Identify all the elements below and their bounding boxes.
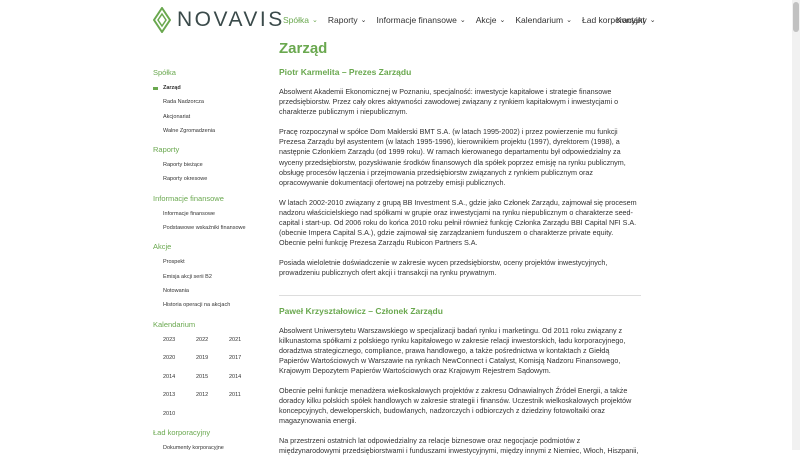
sidebar-item-zarzad[interactable]: Zarząd [153, 85, 268, 99]
chevron-down-icon: ⌄ [566, 17, 572, 24]
nav-label: Spółka [283, 15, 309, 25]
logo-leaf-icon [153, 7, 171, 33]
sidebar-section-spolka[interactable]: Spółka [153, 68, 268, 77]
bio-paragraph: Absolwent Uniwersytetu Warszawskiego w s… [279, 325, 626, 375]
sidebar-item-notowania[interactable]: Notowania [153, 288, 268, 302]
nav-label: Informacje finansowe [376, 15, 457, 25]
chevron-down-icon: ⌄ [312, 17, 318, 24]
sidebar-item-raporty-biezace[interactable]: Raporty bieżące [153, 162, 268, 176]
year-link[interactable]: 2022 [196, 337, 229, 344]
sidebar-item-walne-zgromadzenia[interactable]: Walne Zgromadzenia [153, 128, 268, 142]
sidebar-item-emisja-akcji[interactable]: Emisja akcji serii B2 [153, 274, 268, 288]
sidebar-item-dokumenty-korporacyjne[interactable]: Dokumenty korporacyjne [153, 445, 268, 459]
year-link[interactable]: 2017 [229, 355, 262, 362]
year-link[interactable]: 2021 [229, 337, 262, 344]
scrollbar-thumb[interactable] [793, 2, 799, 32]
year-link[interactable]: 2012 [196, 392, 229, 399]
sidebar-item-informacje-finansowe[interactable]: Informacje finansowe [153, 211, 268, 225]
scrollbar[interactable] [792, 0, 800, 450]
nav-item-akcje[interactable]: Akcje ⌄ [476, 15, 506, 25]
main-nav: Spółka ⌄ Raporty ⌄ Informacje finansowe ⌄ A… [283, 15, 666, 25]
sidebar-section-informacje-finansowe[interactable]: Informacje finansowe [153, 194, 268, 203]
chevron-down-icon: ⌄ [459, 17, 466, 24]
sidebar-item-akcjonariat[interactable]: Akcjonariat [153, 114, 268, 128]
year-grid: 2023 2022 2021 2020 2019 2017 2014 2015 … [153, 337, 268, 418]
nav-label: Akcje [475, 15, 497, 25]
sidebar-item-prospekt[interactable]: Prospekt [153, 259, 268, 273]
bio-paragraph: Absolwent Akademii Ekonomicznej w Poznan… [279, 87, 619, 117]
sidebar-section-lad-korporacyjny[interactable]: Ład korporacyjny [153, 428, 268, 437]
year-link[interactable]: 2023 [163, 337, 196, 344]
main-content: Zarząd Piotr Karmelita – Prezes Zarządu … [279, 40, 641, 467]
bio-paragraph: Obecnie pełni funkcje menadżera wielkosk… [279, 385, 632, 426]
bio-paragraph: Pracę rozpoczynał w spółce Dom Maklerski… [279, 127, 626, 187]
year-link[interactable]: 2010 [163, 411, 196, 418]
chevron-down-icon: ⌄ [499, 17, 506, 24]
year-link[interactable]: 2011 [229, 392, 262, 399]
year-link[interactable]: 2013 [163, 392, 196, 399]
year-link[interactable]: 2015 [196, 374, 229, 381]
year-link[interactable]: 2020 [163, 355, 196, 362]
sidebar-section-raporty[interactable]: Raporty [153, 145, 268, 154]
bio-paragraph: W latach 2002-2010 związany z grupą BB I… [279, 197, 637, 248]
sidebar-section-kalendarium[interactable]: Kalendarium [153, 320, 268, 329]
sidebar-item-rada-nadzorcza[interactable]: Rada Nadzorcza [153, 99, 268, 113]
sidebar-item-wskazniki-finansowe[interactable]: Podstawowe wskaźniki finansowe [153, 225, 268, 239]
bio-paragraph: Posiada wieloletnie doświadczenie w zakr… [279, 258, 608, 278]
chevron-down-icon: ⌄ [649, 17, 656, 24]
nav-item-spolka[interactable]: Spółka ⌄ [283, 15, 318, 25]
year-link[interactable]: 2014 [163, 374, 196, 381]
person-name: Piotr Karmelita – Prezes Zarządu [279, 67, 412, 77]
nav-label: Kalendarium [515, 15, 564, 25]
logo-text: NOVAVIS [177, 8, 285, 31]
sidebar-section-akcje[interactable]: Akcje [153, 242, 268, 251]
nav-item-raporty[interactable]: Raporty ⌄ [328, 15, 367, 25]
bio-paragraph: Na przestrzeni ostatnich lat odpowiedzia… [279, 436, 639, 456]
sidebar-item-raporty-okresowe[interactable]: Raporty okresowe [153, 176, 268, 190]
logo[interactable]: NOVAVIS [153, 7, 285, 33]
sidebar-item-historia-operacji[interactable]: Historia operacji na akcjach [153, 302, 268, 316]
section-divider [279, 294, 641, 296]
page-title: Zarząd [279, 40, 328, 57]
nav-item-kontakt[interactable]: Kontakt [616, 15, 645, 25]
chevron-down-icon: ⌄ [360, 17, 367, 24]
nav-label: Raporty [327, 15, 358, 25]
year-link[interactable]: 2014 [229, 374, 262, 381]
sidebar: Spółka Zarząd Rada Nadzorcza Akcjonariat… [153, 68, 268, 459]
nav-item-kalendarium[interactable]: Kalendarium ⌄ [515, 15, 572, 25]
person-name: Paweł Krzyształowicz – Członek Zarządu [279, 305, 443, 316]
year-link[interactable]: 2019 [196, 355, 229, 362]
nav-item-informacje-finansowe[interactable]: Informacje finansowe ⌄ [377, 15, 466, 25]
